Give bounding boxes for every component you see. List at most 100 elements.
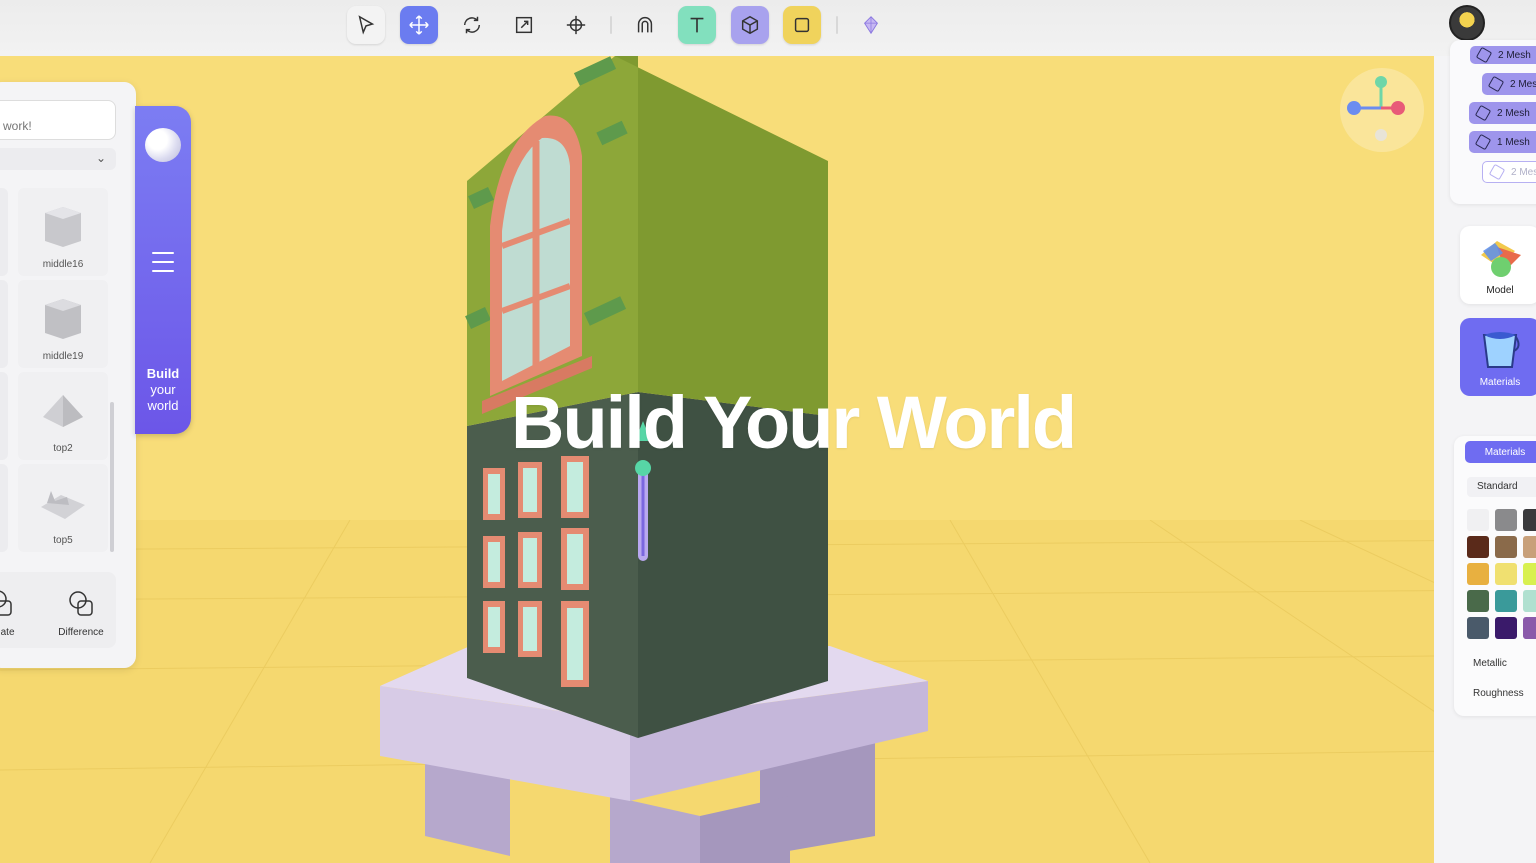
asset-thumbnail xyxy=(45,207,81,247)
model-label: Model xyxy=(1486,285,1514,296)
crosshair-icon xyxy=(566,15,586,35)
difference-icon xyxy=(69,591,93,616)
cube-icon xyxy=(1487,75,1505,93)
asset-tile-middle16[interactable]: middle16 xyxy=(18,188,108,276)
color-swatch[interactable] xyxy=(1467,563,1489,585)
asset-label: middle16 xyxy=(42,259,84,270)
asset-tile-partial[interactable] xyxy=(0,188,8,276)
roughness-label: Roughness xyxy=(1473,688,1524,699)
mesh-list-item[interactable]: 2 Mesh xyxy=(1469,102,1536,124)
sparkle-crystal-icon xyxy=(863,16,879,35)
asset-search-input[interactable] xyxy=(0,100,116,140)
asset-tile-partial[interactable] xyxy=(0,464,8,552)
mesh-list-item[interactable]: 1 Mesh xyxy=(1469,131,1536,153)
transform-tool-button[interactable] xyxy=(557,6,595,44)
asset-label: middle19 xyxy=(42,351,84,362)
toolbar-separator xyxy=(610,16,612,34)
asset-thumbnail xyxy=(45,299,81,339)
move-tool-button[interactable] xyxy=(400,6,438,44)
asset-thumbnail xyxy=(43,395,83,427)
negate-icon xyxy=(0,590,12,616)
build-tab-label: Build your world xyxy=(135,366,191,414)
axis-gizmo[interactable] xyxy=(1340,68,1424,152)
color-swatch[interactable] xyxy=(1523,536,1536,558)
color-swatch[interactable] xyxy=(1495,590,1517,612)
build-tab-line1: Build xyxy=(146,366,180,381)
color-swatch[interactable] xyxy=(1467,617,1489,639)
color-swatch[interactable] xyxy=(1523,509,1536,531)
color-swatch[interactable] xyxy=(1495,509,1517,531)
asset-tile-partial[interactable] xyxy=(0,280,8,368)
rotate-tool-button[interactable] xyxy=(453,6,491,44)
text-t-icon xyxy=(690,17,704,33)
asset-thumbnail xyxy=(41,491,85,519)
chevron-down-icon: ⌄ xyxy=(95,151,106,165)
difference-label: Difference xyxy=(58,627,104,638)
material-type-select[interactable]: Standard xyxy=(1467,477,1536,497)
3d-viewport[interactable]: Build Your World xyxy=(0,0,1536,863)
paint-bucket-icon xyxy=(1482,332,1520,368)
metallic-label: Metallic xyxy=(1473,658,1507,669)
magnet-tool-button[interactable] xyxy=(626,6,664,44)
asset-tile-top5[interactable]: top5 xyxy=(18,464,108,552)
color-swatch[interactable] xyxy=(1467,509,1489,531)
color-swatch[interactable] xyxy=(1467,590,1489,612)
headline-part1: Build Your xyxy=(511,381,860,464)
asset-panel: ⌄ middle16 middle19 top2 top5 egate Diff… xyxy=(0,82,136,668)
build-tab-line2: your xyxy=(150,382,176,397)
scale-icon xyxy=(515,16,533,34)
color-swatch[interactable] xyxy=(1467,536,1489,558)
materials-button[interactable]: Materials xyxy=(1460,318,1536,396)
magnet-icon xyxy=(637,16,653,33)
asset-scrollbar[interactable] xyxy=(110,402,114,552)
cube-icon xyxy=(1475,46,1493,64)
asset-label: top2 xyxy=(53,443,73,454)
asset-label: top5 xyxy=(53,535,73,546)
materials-tab[interactable]: Materials xyxy=(1465,441,1536,463)
color-swatch[interactable] xyxy=(1523,617,1536,639)
build-world-tab[interactable]: Build your world xyxy=(135,106,191,434)
materials-label: Materials xyxy=(1479,377,1521,388)
square-tool-button[interactable] xyxy=(783,6,821,44)
cube-icon xyxy=(1488,163,1506,181)
color-swatch[interactable] xyxy=(1495,563,1517,585)
user-avatar[interactable] xyxy=(1449,5,1485,41)
color-swatch[interactable] xyxy=(1495,617,1517,639)
model-shapes-icon xyxy=(1481,241,1521,277)
mesh-list-item[interactable]: 2 Mesh xyxy=(1482,73,1536,95)
ai-tool-button[interactable] xyxy=(852,6,890,44)
cube-tool-button[interactable] xyxy=(731,6,769,44)
scale-tool-button[interactable] xyxy=(505,6,543,44)
hamburger-menu-icon[interactable] xyxy=(152,252,174,279)
move-arrows-icon xyxy=(409,15,429,35)
color-swatch[interactable] xyxy=(1523,563,1536,585)
text-tool-button[interactable] xyxy=(678,6,716,44)
cube-icon xyxy=(741,15,759,35)
asset-tile-middle19[interactable]: middle19 xyxy=(18,280,108,368)
mesh-list-item[interactable]: 2 Mesh xyxy=(1470,46,1536,64)
cloud-ball-icon xyxy=(145,128,181,162)
asset-category-dropdown[interactable]: ⌄ xyxy=(0,148,116,170)
negate-label: egate xyxy=(0,627,15,638)
headline-title: Build Your World xyxy=(511,380,1077,465)
boolean-tools: egate Difference xyxy=(0,572,116,648)
axis-gizmo-icon xyxy=(1347,76,1405,141)
headline-part2: World xyxy=(876,381,1077,464)
cube-icon xyxy=(1474,133,1492,151)
build-tab-line3: world xyxy=(147,398,179,413)
top-toolbar xyxy=(0,0,1536,56)
asset-tile-top2[interactable]: top2 xyxy=(18,372,108,460)
color-swatch[interactable] xyxy=(1495,536,1517,558)
cube-icon xyxy=(1474,104,1492,122)
square-icon xyxy=(794,17,810,33)
asset-tile-partial[interactable] xyxy=(0,372,8,460)
select-tool-button[interactable] xyxy=(347,6,385,44)
model-button[interactable]: Model xyxy=(1460,226,1536,304)
difference-button[interactable]: Difference xyxy=(51,572,111,648)
mesh-list-item[interactable]: 2 Mesh xyxy=(1482,161,1536,183)
negate-button[interactable]: egate xyxy=(0,572,32,648)
cursor-arrow-icon xyxy=(358,15,375,35)
toolbar-separator xyxy=(836,16,838,34)
rotate-icon xyxy=(463,16,481,34)
color-swatch[interactable] xyxy=(1523,590,1536,612)
